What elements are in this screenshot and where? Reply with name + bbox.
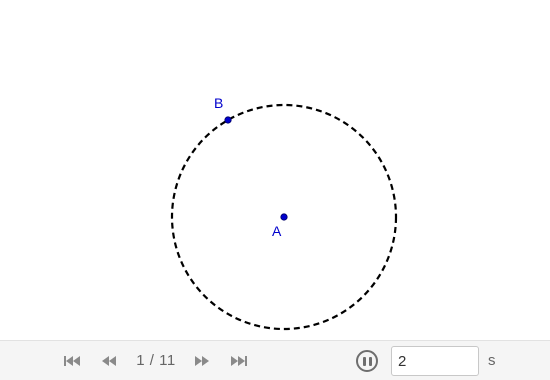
point-a[interactable] [280, 213, 288, 221]
pause-button[interactable] [356, 350, 378, 372]
graphics-canvas[interactable]: A B [0, 0, 550, 340]
skip-to-start-button[interactable] [61, 351, 83, 371]
step-forward-button[interactable] [191, 351, 213, 371]
step-back-button[interactable] [98, 351, 120, 371]
step-forward-icon [195, 356, 209, 366]
skip-to-end-button[interactable] [228, 351, 250, 371]
animation-toolbar: 1 / 11 s [0, 340, 550, 380]
step-indicator: 1 / 11 [136, 352, 176, 369]
speed-input[interactable] [391, 346, 479, 376]
speed-unit-label: s [488, 352, 496, 369]
skip-to-start-icon [64, 356, 80, 366]
skip-to-end-icon [231, 356, 247, 366]
point-b-label: B [214, 95, 223, 111]
point-b[interactable] [224, 116, 232, 124]
pause-icon [361, 356, 373, 366]
step-back-icon [102, 356, 116, 366]
point-a-label: A [272, 223, 282, 239]
